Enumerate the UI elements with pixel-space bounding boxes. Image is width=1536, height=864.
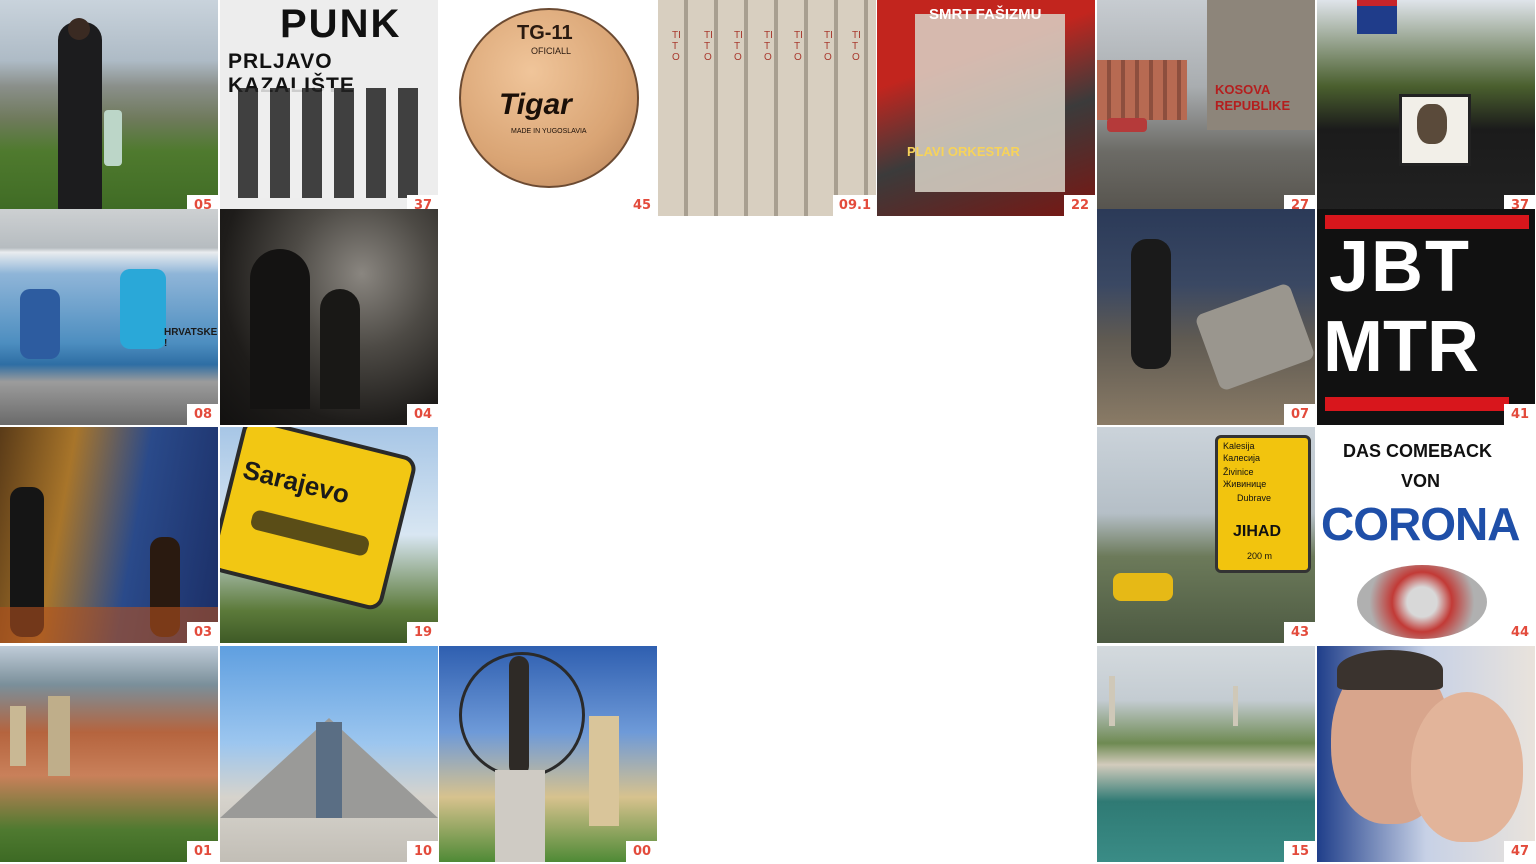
tile-number: 47 [1504,841,1535,862]
banner-line2: MTR [1323,307,1479,387]
gallery-tile-45[interactable]: TG-11 OFICIALL Tigar MADE IN YUGOSLAVIA … [439,0,657,216]
gallery-tile-05[interactable]: 05 [0,0,218,216]
banner-jbt-mtr: JBT MTR [1317,209,1535,425]
tile-number: 41 [1504,404,1535,425]
photo-two-faces [1317,646,1535,862]
photo-street-graffiti: KOSOVA REPUBLIKE [1097,0,1315,216]
photo-man-overlooking-city [0,0,218,216]
photo-monument [439,646,657,862]
gallery-tile-37-punk[interactable]: PUNK PRLJAVO KAZALIŠTE 37 [220,0,438,216]
gallery-tile-22[interactable]: SMRT FAŠIZMU PLAVI ORKESTAR 22 [877,0,1095,216]
poster-line1: DAS COMEBACK [1343,441,1493,461]
photo-city-sign: Sarajevo [220,427,438,643]
sign-distance: 200 m [1247,551,1273,561]
ball-origin: MADE IN YUGOSLAVIA [511,128,587,135]
gallery-tile-27[interactable]: KOSOVA REPUBLIKE 27 [1097,0,1315,216]
tile-number: 19 [407,622,438,643]
graffiti-line1: KOSOVA [1215,82,1271,97]
photo-record-sleeve: SMRT FAŠIZMU PLAVI ORKESTAR [877,0,1095,216]
tile-number: 44 [1504,622,1535,643]
sign-line: Dubrave [1237,493,1272,503]
photo-pyramid [220,646,438,862]
tile-number: 43 [1284,622,1315,643]
ball-sub: OFICIALL [531,46,572,56]
tile-number: 01 [187,841,218,862]
sign-line: Калесија [1223,453,1261,463]
spine-label: TITO [852,30,861,63]
spine-label: TITO [704,30,713,63]
tile-number: 10 [407,841,438,862]
photo-night-protest [1097,209,1315,425]
photo-road-sign: Kalesija Калесија Živinice Живинице Dubr… [1097,427,1315,643]
photo-old-town [0,646,218,862]
spine-label: TITO [734,30,743,63]
sleeve-title: SMRT FAŠIZMU [929,6,1042,23]
tile-number: 08 [187,404,218,425]
gallery-tile-44[interactable]: DAS COMEBACK VON CORONA 44 [1317,427,1535,643]
gallery-tile-01[interactable]: 01 [0,646,218,862]
sign-graffiti: JIHAD [1233,523,1282,540]
photo-book-spines: TITO TITO TITO TITO TITO TITO TITO [658,0,876,216]
mural-text: HRVATSKE ! [164,327,218,349]
sign-line: Живинице [1223,479,1267,489]
tile-number: 03 [187,622,218,643]
ball-brand: Tigar [499,88,572,121]
tile-number: 07 [1284,404,1315,425]
tile-number: 45 [626,195,657,216]
gallery-tile-03[interactable]: 03 [0,427,218,643]
sign-line: Živinice [1223,467,1254,477]
poster-corona: DAS COMEBACK VON CORONA [1317,427,1535,643]
photo-punk-poster: PUNK PRLJAVO KAZALIŠTE [220,0,438,216]
spine-label: TITO [764,30,773,63]
banner-line1: JBT [1329,227,1472,307]
poster-line2: VON [1401,471,1441,491]
gallery-tile-04[interactable]: 04 [220,209,438,425]
ball-model: TG-11 [517,22,573,44]
gallery-tile-09-1[interactable]: TITO TITO TITO TITO TITO TITO TITO 09.1 [658,0,876,216]
gallery-tile-43[interactable]: Kalesija Калесија Živinice Живинице Dubr… [1097,427,1315,643]
graffiti-line2: REPUBLIKE [1215,98,1291,113]
tile-number: 15 [1284,841,1315,862]
gallery-tile-19[interactable]: Sarajevo 19 [220,427,438,643]
photo-night-street [0,427,218,643]
poster-title: PUNK [280,2,402,46]
spine-label: TITO [794,30,803,63]
photo-wall-mural: HRVATSKE ! [0,209,218,425]
sleeve-band: PLAVI ORKESTAR [907,144,1020,159]
gallery-tile-41[interactable]: JBT MTR 41 [1317,209,1535,425]
poster-line3: CORONA [1321,498,1520,550]
tile-number: 09.1 [832,195,876,216]
tile-number: 04 [407,404,438,425]
tile-number: 00 [626,841,657,862]
photo-smoke-silhouettes [220,209,438,425]
tile-number: 22 [1064,195,1095,216]
gallery-tile-07[interactable]: 07 [1097,209,1315,425]
spine-label: TITO [672,30,681,63]
gallery-tile-15[interactable]: 15 [1097,646,1315,862]
photo-river-town [1097,646,1315,862]
gallery-tile-37-march[interactable]: 37 [1317,0,1535,216]
sign-line: Kalesija [1223,441,1255,451]
gallery-tile-08[interactable]: HRVATSKE ! 08 [0,209,218,425]
gallery-tile-47[interactable]: 47 [1317,646,1535,862]
spine-label: TITO [824,30,833,63]
gallery-tile-10[interactable]: 10 [220,646,438,862]
photo-basketball: TG-11 OFICIALL Tigar MADE IN YUGOSLAVIA [439,0,657,216]
gallery-tile-00[interactable]: 00 [439,646,657,862]
photo-march-portrait [1317,0,1535,216]
